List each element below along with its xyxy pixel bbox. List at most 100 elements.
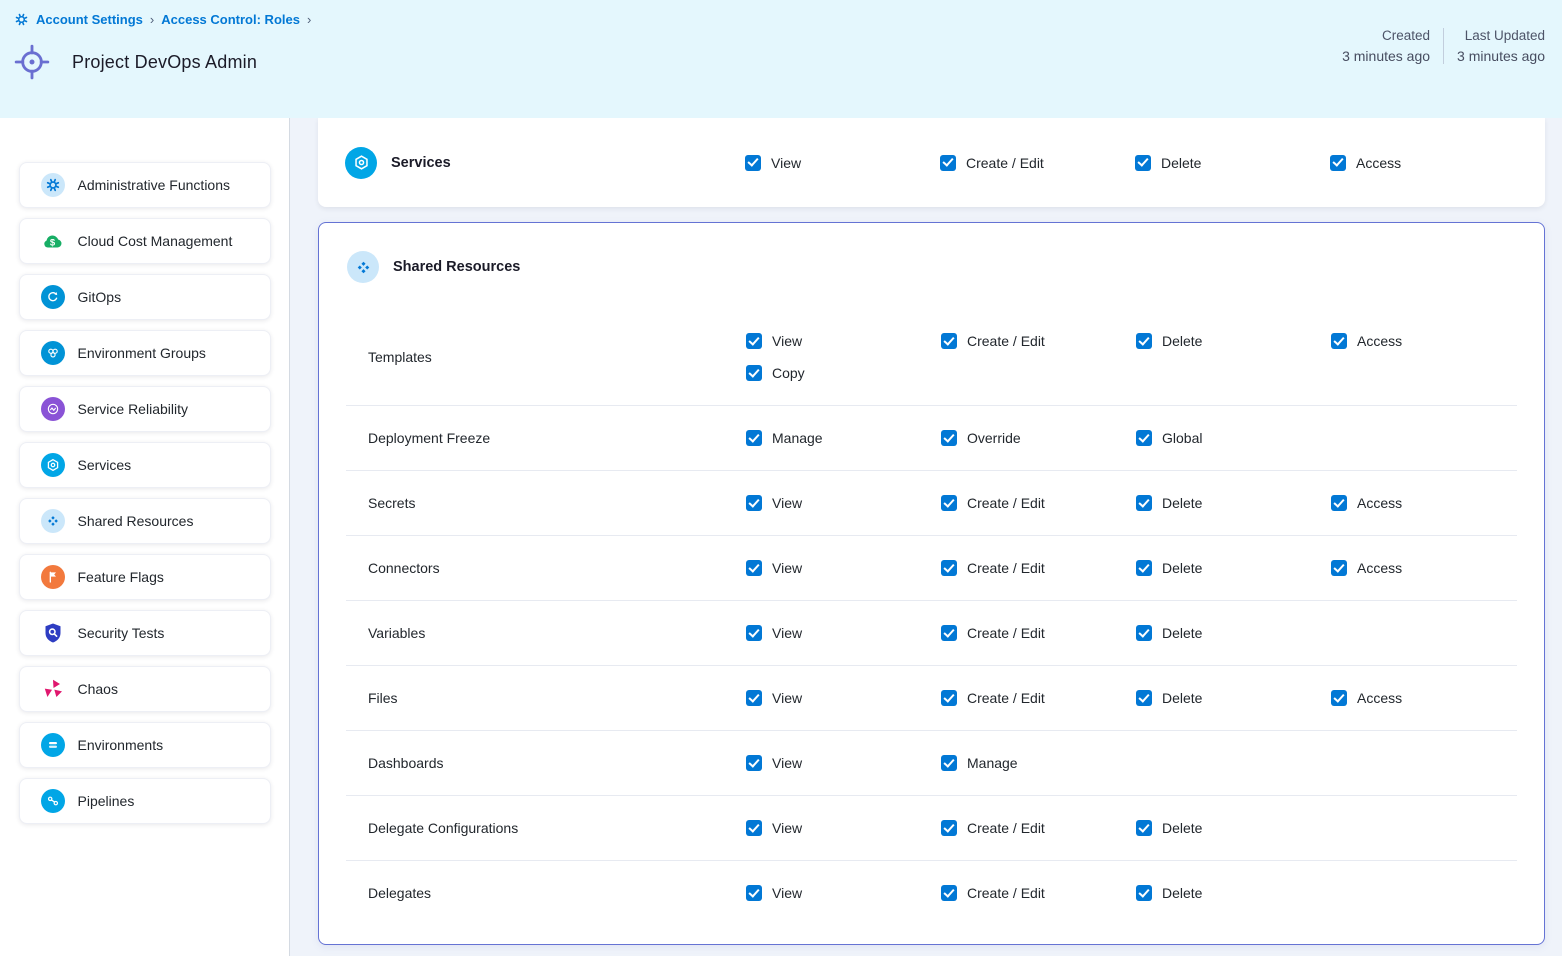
permission-checkbox-delete[interactable]: Delete: [1136, 623, 1331, 643]
checkbox-checked-icon[interactable]: [1331, 495, 1347, 511]
permission-checkbox-copy[interactable]: Copy: [746, 363, 941, 383]
permission-checkbox-create-edit[interactable]: Create / Edit: [941, 623, 1136, 643]
permission-checkbox-manage[interactable]: Manage: [941, 753, 1136, 773]
sidebar-item-security-tests[interactable]: Security Tests: [19, 610, 271, 656]
checkbox-checked-icon[interactable]: [941, 333, 957, 349]
sidebar-item-services[interactable]: Services: [19, 442, 271, 488]
permission-checkbox-view[interactable]: View: [746, 623, 941, 643]
permission-checkbox-override[interactable]: Override: [941, 428, 1136, 448]
breadcrumb-access-control-roles[interactable]: Access Control: Roles: [161, 12, 300, 27]
checkbox-checked-icon[interactable]: [941, 430, 957, 446]
checkbox-checked-icon[interactable]: [746, 430, 762, 446]
breadcrumb-account-settings[interactable]: Account Settings: [36, 12, 143, 27]
sidebar-item-label: Feature Flags: [78, 569, 164, 585]
checkbox-checked-icon[interactable]: [746, 755, 762, 771]
checkbox-checked-icon[interactable]: [1136, 430, 1152, 446]
sidebar-item-gitops[interactable]: GitOps: [19, 274, 271, 320]
permission-checkbox-view[interactable]: View: [746, 688, 941, 708]
permission-checkbox-view[interactable]: View: [746, 883, 941, 903]
checkbox-checked-icon[interactable]: [941, 820, 957, 836]
permission-checkbox-access[interactable]: Access: [1331, 331, 1526, 351]
checkbox-checked-icon[interactable]: [746, 495, 762, 511]
checkbox-checked-icon[interactable]: [746, 820, 762, 836]
checkbox-checked-icon[interactable]: [1136, 560, 1152, 576]
permission-label: View: [772, 883, 802, 903]
sidebar-item-service-reliability[interactable]: Service Reliability: [19, 386, 271, 432]
permission-label: View: [771, 153, 801, 173]
sidebar-item-chaos[interactable]: Chaos: [19, 666, 271, 712]
permission-checkbox-access[interactable]: Access: [1331, 688, 1526, 708]
permission-checkbox-delete[interactable]: Delete: [1136, 883, 1331, 903]
sidebar-item-label: Administrative Functions: [78, 177, 231, 193]
checkbox-checked-icon[interactable]: [941, 885, 957, 901]
services-permission-cell: View: [745, 153, 940, 173]
checkbox-checked-icon[interactable]: [941, 690, 957, 706]
checkbox-checked-icon[interactable]: [746, 625, 762, 641]
checkbox-checked-icon[interactable]: [1136, 690, 1152, 706]
checkbox-checked-icon[interactable]: [1136, 820, 1152, 836]
sidebar-item-feature-flags[interactable]: Feature Flags: [19, 554, 271, 600]
checkbox-checked-icon[interactable]: [746, 690, 762, 706]
checkbox-checked-icon[interactable]: [1136, 333, 1152, 349]
permission-label: Manage: [772, 428, 823, 448]
permission-checkbox-create-edit[interactable]: Create / Edit: [941, 493, 1136, 513]
checkbox-checked-icon[interactable]: [746, 560, 762, 576]
permission-checkbox-view[interactable]: View: [746, 818, 941, 838]
permission-cell: View: [746, 493, 941, 513]
permission-checkbox-create-edit[interactable]: Create / Edit: [941, 818, 1136, 838]
sidebar-item-shared-resources[interactable]: Shared Resources: [19, 498, 271, 544]
permission-checkbox-create-edit[interactable]: Create / Edit: [941, 883, 1136, 903]
checkbox-checked-icon[interactable]: [1331, 560, 1347, 576]
checkbox-checked-icon[interactable]: [940, 155, 956, 171]
permission-checkbox-view[interactable]: View: [746, 753, 941, 773]
permission-checkbox-access[interactable]: Access: [1331, 558, 1526, 578]
permission-checkbox-global[interactable]: Global: [1136, 428, 1331, 448]
resource-row-label: Connectors: [346, 560, 746, 576]
permission-checkbox-view[interactable]: View: [746, 493, 941, 513]
checkbox-checked-icon[interactable]: [746, 365, 762, 381]
permission-checkbox-delete[interactable]: Delete: [1136, 493, 1331, 513]
sidebar-item-environments[interactable]: Environments: [19, 722, 271, 768]
checkbox-checked-icon[interactable]: [941, 625, 957, 641]
permission-checkbox-view[interactable]: View: [746, 558, 941, 578]
checkbox-checked-icon[interactable]: [941, 755, 957, 771]
permission-checkbox-manage[interactable]: Manage: [746, 428, 941, 448]
sidebar-item-cloud-cost-management[interactable]: $Cloud Cost Management: [19, 218, 271, 264]
checkbox-checked-icon[interactable]: [746, 333, 762, 349]
permission-label: View: [772, 818, 802, 838]
permissions-content: Services ViewCreate / EditDeleteAccess S…: [290, 118, 1562, 956]
permission-checkbox-view[interactable]: View: [746, 331, 941, 351]
checkbox-checked-icon[interactable]: [941, 560, 957, 576]
checkbox-checked-icon[interactable]: [1136, 885, 1152, 901]
breadcrumb-separator: ›: [150, 12, 154, 27]
checkbox-checked-icon[interactable]: [1330, 155, 1346, 171]
permission-checkbox-create-edit[interactable]: Create / Edit: [940, 153, 1135, 173]
checkbox-checked-icon[interactable]: [1136, 625, 1152, 641]
permission-checkbox-delete[interactable]: Delete: [1135, 153, 1330, 173]
created-label: Created: [1342, 28, 1430, 43]
permission-checkbox-create-edit[interactable]: Create / Edit: [941, 558, 1136, 578]
permission-label: Access: [1357, 331, 1402, 351]
sidebar-item-administrative-functions[interactable]: Administrative Functions: [19, 162, 271, 208]
sidebar-item-environment-groups[interactable]: Environment Groups: [19, 330, 271, 376]
checkbox-checked-icon[interactable]: [745, 155, 761, 171]
permission-cell: View: [746, 753, 941, 773]
checkbox-checked-icon[interactable]: [941, 495, 957, 511]
permission-checkbox-view[interactable]: View: [745, 153, 940, 173]
sidebar-item-pipelines[interactable]: Pipelines: [19, 778, 271, 824]
checkbox-checked-icon[interactable]: [1136, 495, 1152, 511]
permission-checkbox-create-edit[interactable]: Create / Edit: [941, 688, 1136, 708]
checkbox-checked-icon[interactable]: [746, 885, 762, 901]
permission-checkbox-delete[interactable]: Delete: [1136, 818, 1331, 838]
services-card-title: Services: [391, 155, 451, 171]
permission-checkbox-access[interactable]: Access: [1330, 153, 1525, 173]
permission-checkbox-delete[interactable]: Delete: [1136, 331, 1331, 351]
permission-checkbox-access[interactable]: Access: [1331, 493, 1526, 513]
permission-checkbox-create-edit[interactable]: Create / Edit: [941, 331, 1136, 351]
permission-checkbox-delete[interactable]: Delete: [1136, 688, 1331, 708]
permission-checkbox-delete[interactable]: Delete: [1136, 558, 1331, 578]
checkbox-checked-icon[interactable]: [1331, 333, 1347, 349]
sidebar-item-label: Chaos: [78, 681, 118, 697]
checkbox-checked-icon[interactable]: [1331, 690, 1347, 706]
checkbox-checked-icon[interactable]: [1135, 155, 1151, 171]
